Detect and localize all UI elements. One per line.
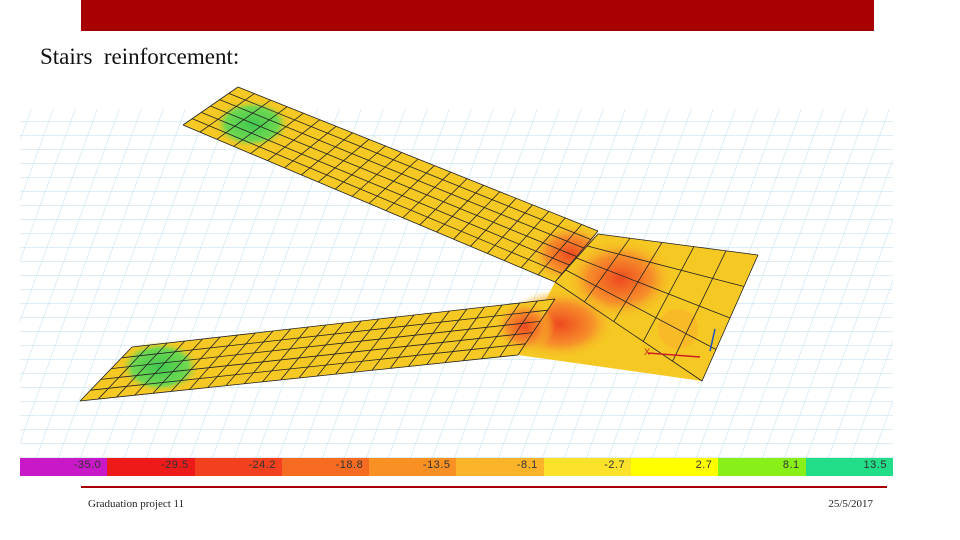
legend-segment: -8.1 xyxy=(456,458,544,476)
legend-segment: -13.5 xyxy=(369,458,457,476)
stairs-reinforcement-figure: X xyxy=(20,79,893,476)
footer-project-name: Graduation project 11 xyxy=(88,498,185,510)
legend-label: -18.8 xyxy=(335,459,364,471)
legend-segment: -18.8 xyxy=(281,458,370,476)
legend-label: -13.5 xyxy=(422,459,451,471)
footer-accent-line xyxy=(81,486,887,488)
color-legend: -35.0 -29.5 -24.2 -18.8 -13.5 -8.1 -2.7 2.7 8.1 1… xyxy=(20,458,893,476)
legend-segment: -24.2 xyxy=(194,458,282,476)
legend-label: -29.5 xyxy=(161,459,189,471)
slab-contour-plot: X xyxy=(20,86,893,476)
axis-label: X xyxy=(644,347,650,357)
legend-segment: 8.1 xyxy=(718,458,806,476)
legend-label: -2.7 xyxy=(604,459,626,471)
footer-date: 25/5/2017 xyxy=(828,498,873,510)
legend-label: -8.1 xyxy=(516,459,538,471)
legend-label: 8.1 xyxy=(782,459,800,471)
legend-segment: -2.7 xyxy=(543,458,632,476)
header-accent-bar xyxy=(81,0,874,31)
legend-segment: 2.7 xyxy=(631,458,719,476)
floor-grid xyxy=(20,109,893,476)
legend-label: -35.0 xyxy=(73,459,102,471)
legend-segment: -35.0 xyxy=(20,458,108,476)
legend-segment: -29.5 xyxy=(107,458,195,476)
legend-label: 13.5 xyxy=(863,459,887,471)
legend-label: -24.2 xyxy=(248,459,276,471)
legend-label: 2.7 xyxy=(695,459,713,471)
legend-segment: 13.5 xyxy=(805,458,893,476)
page-title: Stairs reinforcement: xyxy=(40,44,240,69)
